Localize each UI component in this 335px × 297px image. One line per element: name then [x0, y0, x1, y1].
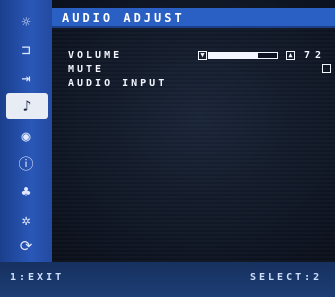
title-bar: AUDIO ADJUST: [52, 8, 335, 28]
menu-panel: VOLUME MUTE AUDIO INPUT: [52, 28, 335, 262]
volume-control[interactable]: ▼ ▲ 72: [198, 50, 335, 62]
audio-icon[interactable]: ♪: [6, 93, 48, 119]
menu-item-volume[interactable]: VOLUME: [68, 50, 122, 62]
osd-footer: 1:EXIT SELECT:2: [0, 262, 335, 297]
page-title: AUDIO ADJUST: [62, 11, 185, 25]
pip-icon[interactable]: ◉: [10, 124, 42, 148]
volume-up-icon[interactable]: ▲: [286, 51, 295, 60]
input-icon[interactable]: ⇥: [10, 66, 42, 90]
reset-icon[interactable]: ⟳: [10, 234, 42, 258]
volume-slider[interactable]: [208, 52, 278, 59]
menu-item-mute[interactable]: MUTE: [68, 64, 104, 76]
info-icon[interactable]: ⓘ: [10, 152, 42, 176]
select-hint[interactable]: SELECT:2: [250, 272, 322, 283]
setup-icon[interactable]: ✲: [10, 208, 42, 232]
eco-icon[interactable]: ♣: [10, 180, 42, 204]
osd-screen: ☼ ⊐ ⇥ ♪ ◉ ⓘ ♣ ✲ ⟳ AUDIO ADJUST VOLUME MU…: [0, 0, 335, 297]
volume-down-icon[interactable]: ▼: [198, 51, 207, 60]
color-icon[interactable]: ⊐: [10, 38, 42, 62]
volume-slider-fill: [209, 53, 258, 58]
menu-item-audio-input[interactable]: AUDIO INPUT: [68, 78, 167, 90]
exit-hint[interactable]: 1:EXIT: [10, 272, 64, 283]
osd-sidebar: ☼ ⊐ ⇥ ♪ ◉ ⓘ ♣ ✲ ⟳: [0, 0, 52, 262]
volume-value: 72: [304, 50, 327, 61]
picture-icon[interactable]: ☼: [10, 10, 42, 34]
mute-checkbox[interactable]: [322, 64, 331, 73]
